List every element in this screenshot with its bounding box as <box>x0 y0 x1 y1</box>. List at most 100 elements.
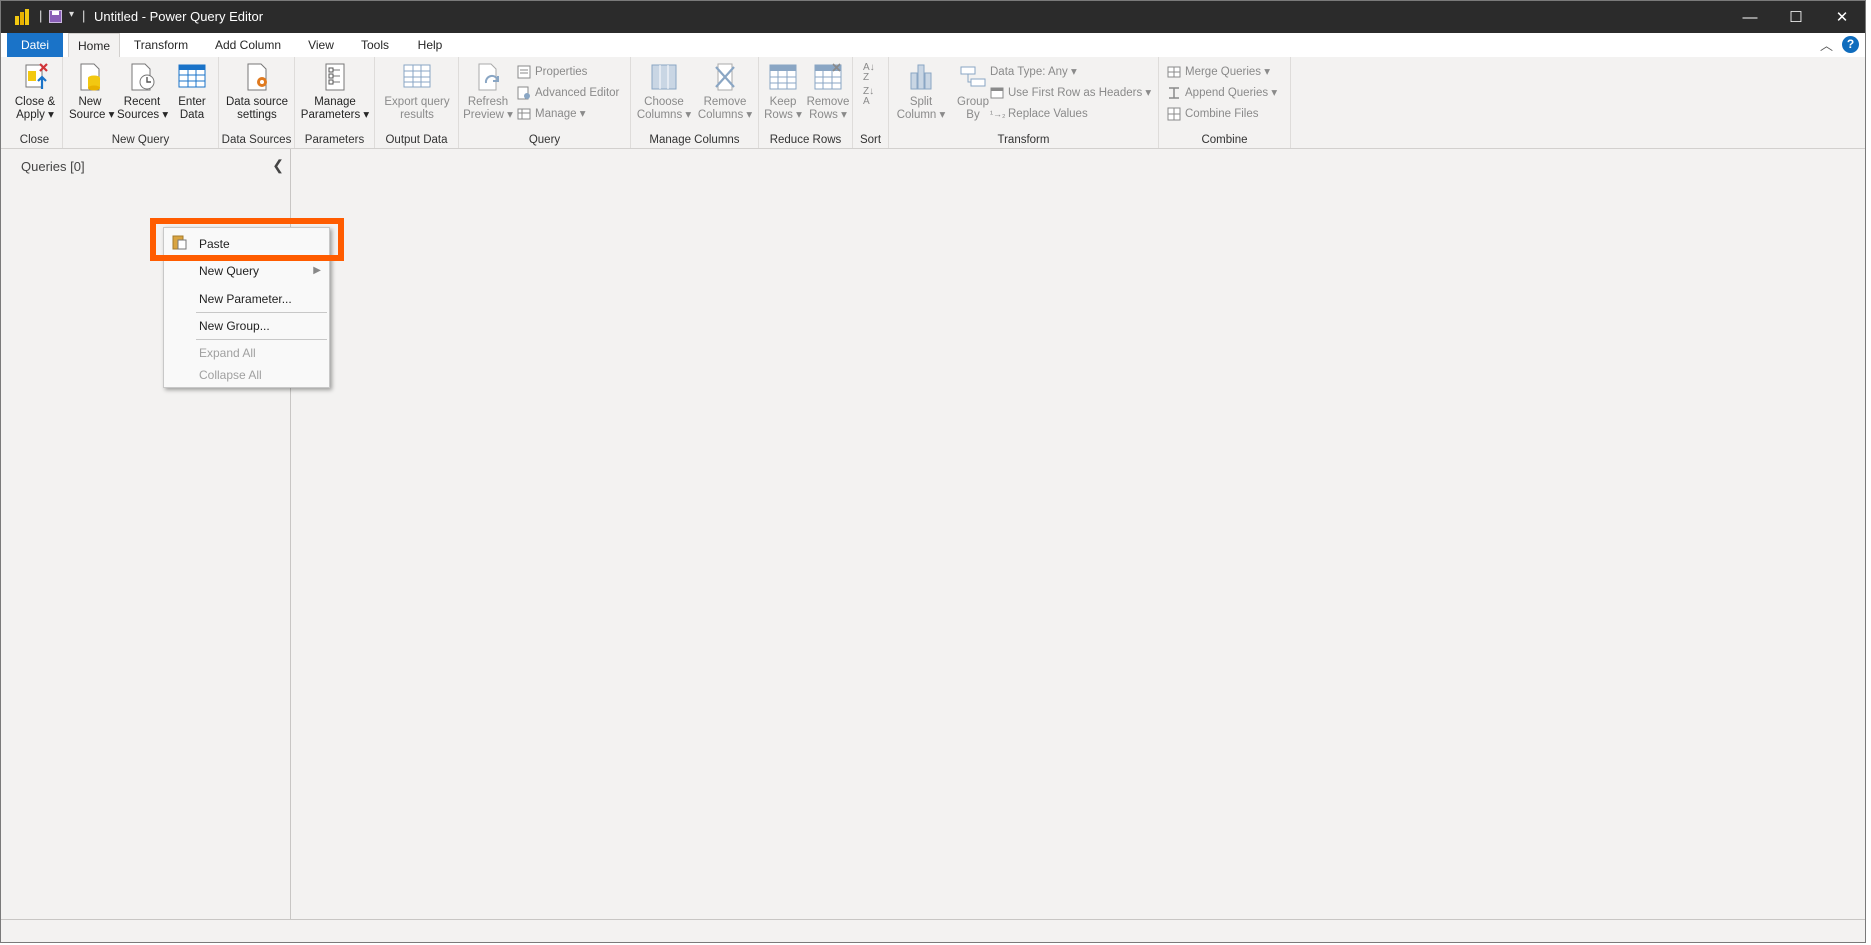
ribbon: Close & Apply ▾ Close New Source ▾ Recen… <box>1 57 1865 149</box>
keep-rows-label: Keep <box>769 96 797 108</box>
sort-descending-button[interactable]: Z↓ A <box>863 86 875 107</box>
recent-sources-label-2-text: Sources <box>117 109 160 121</box>
new-source-label-2-text: Source <box>69 109 106 121</box>
dropdown-icon: ▾ <box>1271 87 1278 99</box>
choose-columns-button[interactable]: Choose Columns ▾ <box>635 61 693 122</box>
expand-all-menu-item[interactable]: Expand All <box>164 342 329 364</box>
data-source-settings-icon <box>247 63 267 91</box>
group-label-sort: Sort <box>859 134 882 146</box>
collapse-all-menu-item[interactable]: Collapse All <box>164 364 329 386</box>
split-column-label-2: Column ▾ <box>896 109 946 121</box>
close-apply-button[interactable]: Close & Apply ▾ <box>11 61 59 122</box>
append-queries-button[interactable]: Append Queries ▾ <box>1167 84 1277 102</box>
remove-columns-label-2: Columns ▾ <box>697 109 753 121</box>
split-column-button[interactable]: Split Column ▾ <box>893 61 949 122</box>
help-icon[interactable]: ? <box>1842 36 1859 53</box>
group-sort: A↓ Z Z↓ A Sort <box>853 57 889 148</box>
menu-separator <box>196 312 327 313</box>
remove-rows-button[interactable]: Remove Rows ▾ <box>805 61 851 122</box>
remove-columns-button[interactable]: Remove Columns ▾ <box>695 61 755 122</box>
split-column-icon <box>910 64 932 90</box>
new-source-label-2: Source ▾ <box>69 109 115 121</box>
combine-files-button[interactable]: Combine Files <box>1167 105 1259 123</box>
new-query-menu-item[interactable]: New Query ▶ <box>164 260 329 282</box>
dropdown-icon: ▾ <box>1264 66 1271 78</box>
properties-button[interactable]: Properties <box>517 63 587 81</box>
split-column-label: Split <box>909 96 933 108</box>
new-parameter-label: New Parameter... <box>199 292 292 306</box>
enter-data-button[interactable]: Enter Data <box>171 61 213 122</box>
tab-transform[interactable]: Transform <box>125 33 197 57</box>
remove-rows-icon <box>814 63 842 90</box>
sort-ascending-icon: A↓ Z <box>863 62 875 83</box>
first-row-headers-icon <box>990 87 1004 99</box>
data-source-settings-label-2: settings <box>237 109 277 121</box>
dropdown-icon: ▾ <box>579 108 586 120</box>
tab-view[interactable]: View <box>299 33 343 57</box>
collapse-pane-icon[interactable]: ❮ <box>272 157 284 174</box>
remove-rows-label-2: Rows ▾ <box>809 109 847 121</box>
keep-rows-button[interactable]: Keep Rows ▾ <box>761 61 805 122</box>
recent-sources-label-2: Sources ▾ <box>117 109 169 121</box>
advanced-editor-button[interactable]: Advanced Editor <box>517 84 619 102</box>
sort-descending-icon: Z↓ A <box>863 86 875 107</box>
replace-values-icon: ¹→₂ <box>990 108 1006 119</box>
data-type-dropdown[interactable]: Data Type: Any ▾ <box>990 63 1077 81</box>
export-query-results-button[interactable]: Export query results <box>377 61 457 122</box>
recent-sources-icon <box>131 63 155 91</box>
tab-tools[interactable]: Tools <box>353 33 397 57</box>
manage-query-button[interactable]: Manage ▾ <box>517 105 586 123</box>
new-group-menu-item[interactable]: New Group... <box>164 315 329 337</box>
enter-data-label-2: Data <box>179 109 205 121</box>
use-first-row-as-headers-button[interactable]: Use First Row as Headers ▾ <box>990 84 1151 102</box>
manage-parameters-label: Manage <box>314 96 356 108</box>
tab-datei[interactable]: Datei <box>7 33 63 57</box>
export-query-results-label: Export query <box>384 96 450 108</box>
tab-help[interactable]: Help <box>407 33 453 57</box>
group-label-close: Close <box>19 134 50 146</box>
new-source-button[interactable]: New Source ▾ <box>69 61 115 122</box>
group-new-query: New Source ▾ Recent Sources ▾ Enter Data… <box>63 57 219 148</box>
window-title: Untitled - Power Query Editor <box>94 9 264 24</box>
replace-values-button[interactable]: ¹→₂ Replace Values <box>990 105 1088 123</box>
collapse-ribbon-icon[interactable]: ︿ <box>1820 35 1833 54</box>
merge-queries-label: Merge Queries <box>1185 66 1262 78</box>
append-queries-icon <box>1169 87 1179 99</box>
enter-data-label: Enter <box>178 96 206 108</box>
remove-columns-label: Remove <box>703 96 747 108</box>
sort-ascending-button[interactable]: A↓ Z <box>863 62 875 83</box>
new-parameter-menu-item[interactable]: New Parameter... <box>164 288 329 310</box>
keep-rows-label-2-text: Rows <box>764 109 793 121</box>
title-bar: | ▾ | Untitled - Power Query Editor — ☐ … <box>1 1 1865 33</box>
merge-queries-button[interactable]: Merge Queries ▾ <box>1167 63 1270 81</box>
combine-files-label: Combine Files <box>1185 108 1259 120</box>
quick-access-dropdown-icon[interactable]: ▾ <box>69 9 74 27</box>
minimize-icon[interactable]: — <box>1727 1 1773 33</box>
manage-parameters-button[interactable]: Manage Parameters ▾ <box>299 61 371 122</box>
refresh-label-2-text: Preview <box>463 109 504 121</box>
maximize-icon[interactable]: ☐ <box>1773 1 1819 33</box>
save-icon[interactable] <box>49 10 62 23</box>
export-table-icon <box>403 64 431 88</box>
manage-parameters-label-2: Parameters ▾ <box>300 109 370 121</box>
remove-columns-icon <box>715 63 735 91</box>
export-query-results-label-2: results <box>400 109 434 121</box>
tab-home[interactable]: Home <box>68 33 120 57</box>
menu-separator <box>196 339 327 340</box>
group-label-new-query: New Query <box>111 134 170 146</box>
choose-columns-icon <box>651 64 677 90</box>
tab-add-column[interactable]: Add Column <box>207 33 289 57</box>
data-source-settings-button[interactable]: Data source settings <box>221 61 293 122</box>
group-manage-columns: Choose Columns ▾ Remove Columns ▾ Manage… <box>631 57 759 148</box>
manage-parameters-label-2-text: Parameters <box>300 109 361 121</box>
close-apply-label-2-text: Apply <box>16 109 45 121</box>
remove-rows-label: Remove <box>806 96 850 108</box>
group-reduce-rows: Keep Rows ▾ Remove Rows ▾ Reduce Rows <box>759 57 853 148</box>
refresh-preview-button[interactable]: Refresh Preview ▾ <box>461 61 515 122</box>
recent-sources-button[interactable]: Recent Sources ▾ <box>117 61 169 122</box>
close-icon[interactable]: ✕ <box>1819 1 1865 33</box>
group-label-combine: Combine <box>1201 134 1248 146</box>
keep-rows-label-2: Rows ▾ <box>764 109 802 121</box>
group-data-sources: Data source settings Data Sources <box>219 57 295 148</box>
manage-parameters-icon <box>325 63 345 91</box>
